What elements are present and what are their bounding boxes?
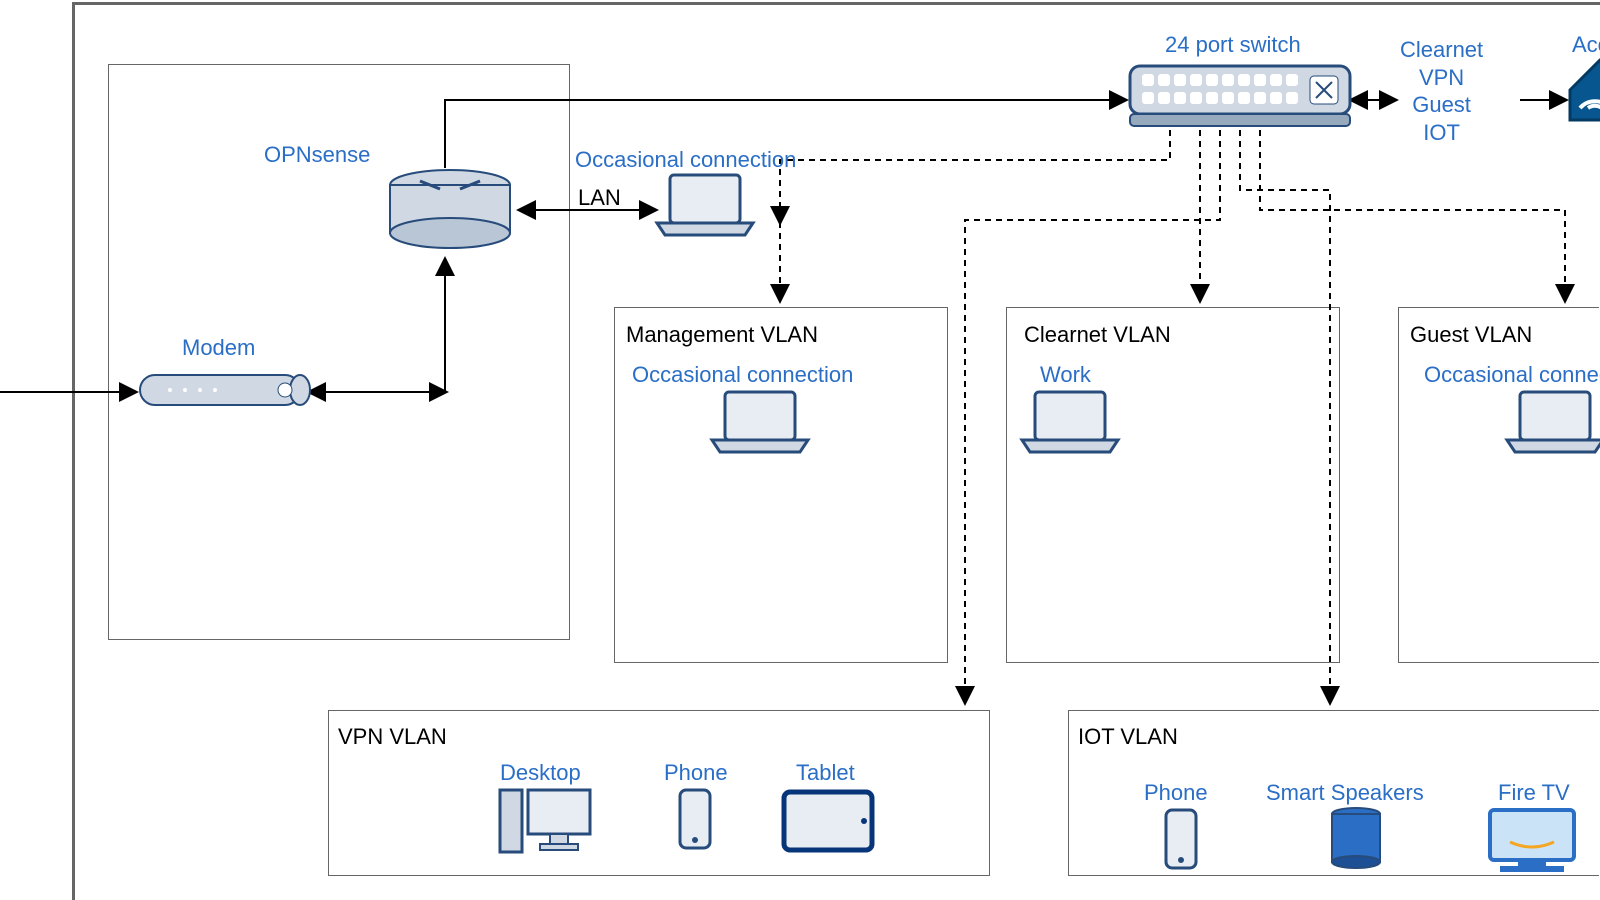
phone-icon [1166, 810, 1196, 868]
occasional-label: Occasional connection [575, 147, 796, 173]
network-diagram: { "nodes": { "opnsense": {"label":"OPNse… [0, 0, 1600, 900]
clearnet-vlan-title: Clearnet VLAN [1024, 322, 1171, 348]
clearnet-device-label: Work [1040, 362, 1091, 388]
laptop-icon [1507, 392, 1600, 452]
laptop-icon [712, 392, 808, 452]
opnsense-label: OPNsense [264, 142, 370, 168]
iot-phone-label: Phone [1144, 780, 1208, 806]
lan-label: LAN [578, 185, 621, 211]
desktop-icon [500, 790, 590, 852]
trunk-line: Clearnet [1400, 36, 1483, 64]
modem-icon [140, 375, 310, 405]
iot-vlan-title: IOT VLAN [1078, 724, 1178, 750]
router-icon [390, 170, 510, 248]
acc-label: Access [1572, 32, 1600, 58]
vpn-vlan-title: VPN VLAN [338, 724, 447, 750]
iot-speaker-label: Smart Speakers [1266, 780, 1424, 806]
vpn-phone-label: Phone [664, 760, 728, 786]
vpn-tablet-label: Tablet [796, 760, 855, 786]
tv-icon [1490, 810, 1574, 872]
trunk-line: VPN [1400, 64, 1483, 92]
iot-tv-label: Fire TV [1498, 780, 1570, 806]
laptop-icon [1022, 392, 1118, 452]
trunk-labels: Clearnet VPN Guest IOT [1400, 36, 1483, 146]
laptop-icon [657, 175, 753, 235]
modem-label: Modem [182, 335, 255, 361]
guest-device-label: Occasional connection [1424, 362, 1600, 388]
switch-label: 24 port switch [1165, 32, 1301, 58]
trunk-line: IOT [1400, 119, 1483, 147]
phone-icon [680, 790, 710, 848]
vpn-desktop-label: Desktop [500, 760, 581, 786]
trunk-line: Guest [1400, 91, 1483, 119]
ap-icon [1570, 60, 1600, 120]
switch-icon [1130, 66, 1350, 126]
mgmt-device-label: Occasional connection [632, 362, 853, 388]
mgmt-vlan-title: Management VLAN [626, 322, 818, 348]
tablet-icon [784, 792, 872, 850]
speaker-icon [1332, 808, 1380, 868]
guest-vlan-title: Guest VLAN [1410, 322, 1532, 348]
